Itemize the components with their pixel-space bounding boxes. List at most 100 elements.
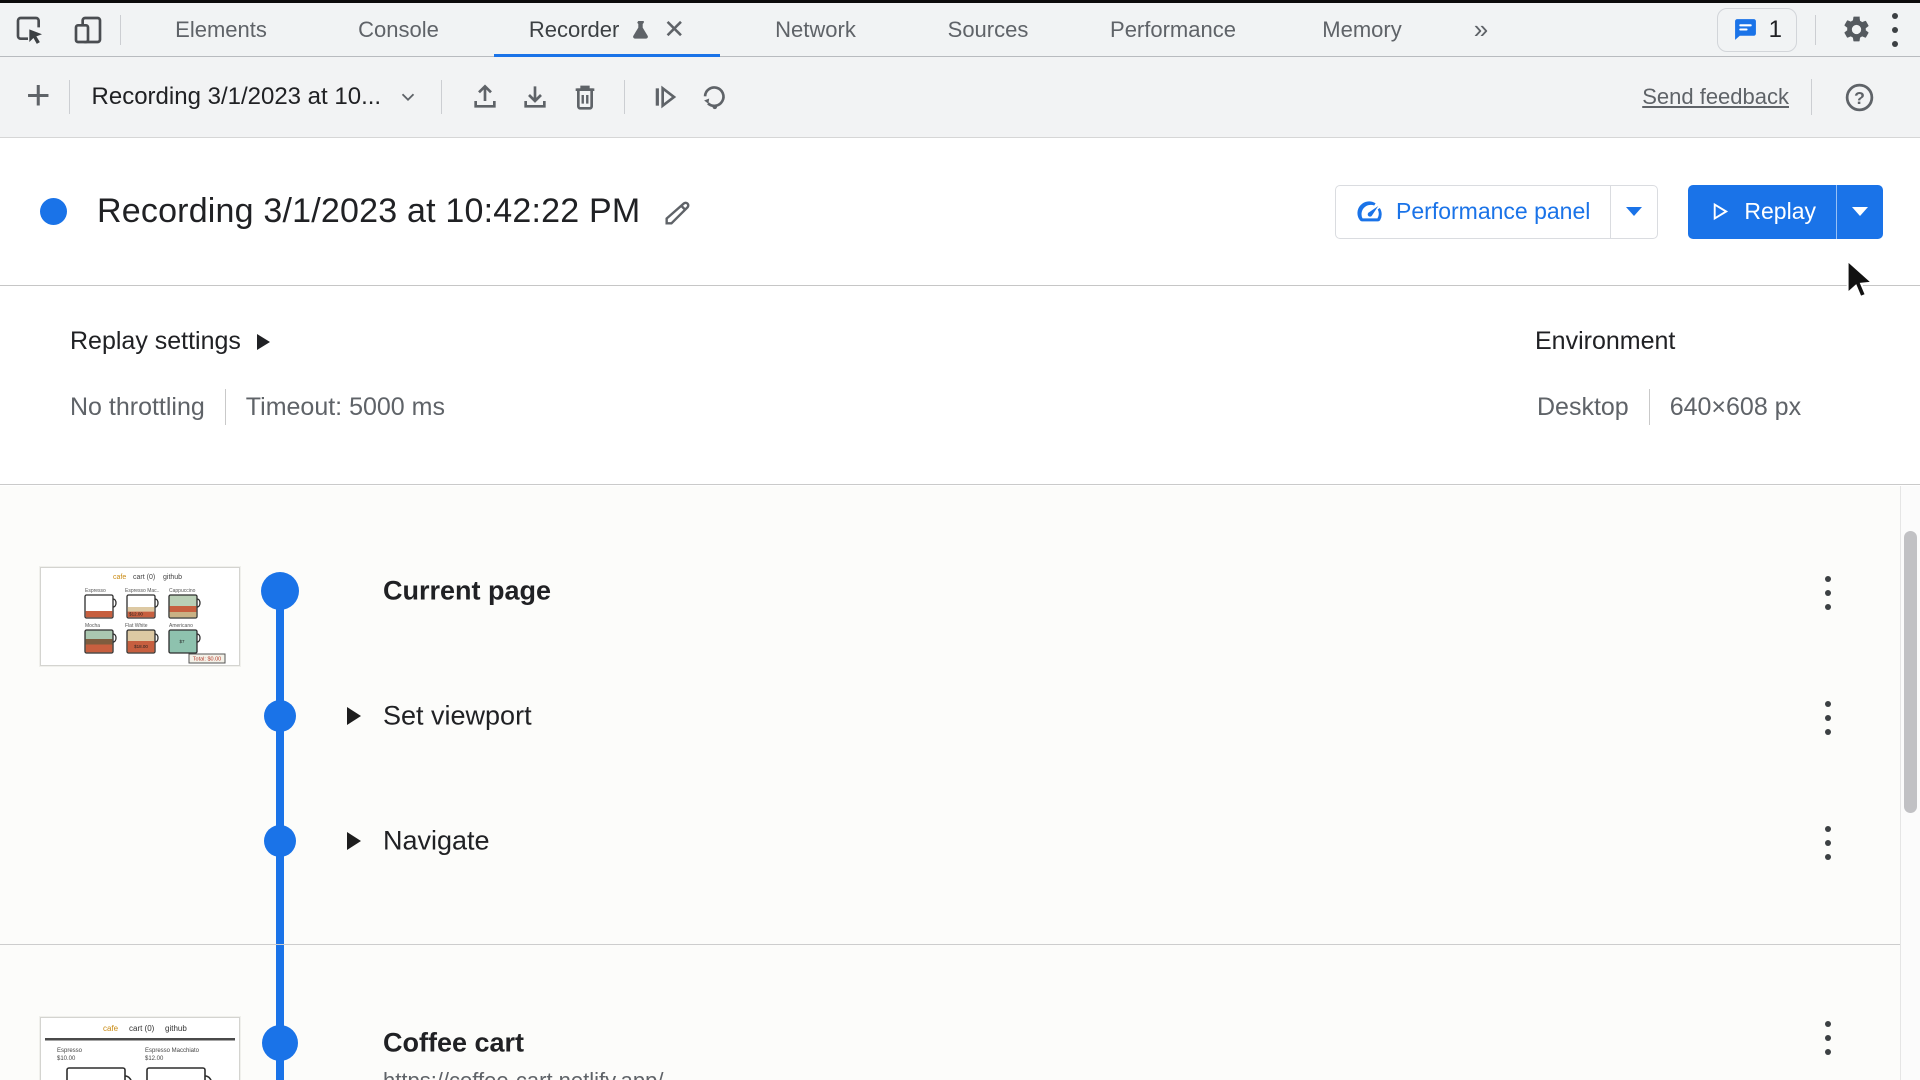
tab-memory[interactable]: Memory xyxy=(1273,3,1451,57)
replay-button-main[interactable]: Replay xyxy=(1688,185,1836,239)
send-feedback-link[interactable]: Send feedback xyxy=(1642,84,1789,110)
tab-label: Memory xyxy=(1322,16,1402,42)
svg-text:?: ? xyxy=(1854,87,1865,107)
tab-console[interactable]: Console xyxy=(311,3,486,57)
replay-from-step-icon[interactable] xyxy=(689,72,739,122)
summary-divider xyxy=(224,389,226,425)
svg-text:Espresso Mac..: Espresso Mac.. xyxy=(125,588,159,594)
tabbar-divider xyxy=(120,14,121,45)
step-menu-icon[interactable] xyxy=(1819,695,1837,741)
section-divider xyxy=(0,944,1900,945)
pencil-icon xyxy=(665,201,690,225)
export-recording-icon[interactable] xyxy=(510,72,560,122)
replay-settings-label: Replay settings xyxy=(70,327,241,355)
flask-icon xyxy=(633,20,649,39)
environment-label: Environment xyxy=(1535,327,1676,355)
tabbar-right-controls: 1 xyxy=(1716,7,1920,53)
tab-label: Elements xyxy=(175,16,267,42)
toolbar-divider xyxy=(1811,79,1812,115)
replay-settings-summary: No throttling Timeout: 5000 ms xyxy=(70,389,445,425)
svg-text:Mocha: Mocha xyxy=(85,623,100,629)
performance-panel-label: Performance panel xyxy=(1396,198,1591,224)
tab-network[interactable]: Network xyxy=(728,3,903,57)
tab-label: Performance xyxy=(1110,16,1236,42)
step-by-step-replay-icon[interactable] xyxy=(639,72,689,122)
tab-recorder[interactable]: Recorder ✕ xyxy=(486,3,728,57)
step-menu-icon[interactable] xyxy=(1819,820,1837,866)
step-current-page[interactable]: Current page xyxy=(383,576,551,607)
step-dot-current-page[interactable] xyxy=(261,572,299,610)
step-set-viewport[interactable]: Set viewport xyxy=(383,701,532,732)
performance-panel-button[interactable]: Performance panel xyxy=(1335,184,1659,239)
svg-text:cafe: cafe xyxy=(113,574,126,581)
step-menu-icon[interactable] xyxy=(1819,1015,1837,1061)
tab-elements[interactable]: Elements xyxy=(131,3,311,57)
toolbar-right: Send feedback ? xyxy=(1642,72,1894,122)
throttling-value: No throttling xyxy=(70,392,205,421)
issues-count: 1 xyxy=(1768,15,1782,43)
inspect-element-icon[interactable] xyxy=(8,8,52,52)
tab-label: Recorder xyxy=(528,16,620,42)
step-navigate[interactable]: Navigate xyxy=(383,826,490,857)
svg-text:cafe: cafe xyxy=(103,1024,119,1033)
delete-recording-icon[interactable] xyxy=(560,72,610,122)
step-dot-navigate[interactable] xyxy=(264,825,296,857)
performance-panel-main[interactable]: Performance panel xyxy=(1336,186,1610,238)
caret-down-icon xyxy=(1852,207,1868,216)
svg-text:$18.00: $18.00 xyxy=(134,644,148,649)
environment-device: Desktop xyxy=(1537,392,1629,421)
header-actions: Performance panel Replay xyxy=(1335,184,1883,239)
devtools-menu-icon[interactable] xyxy=(1886,7,1904,53)
recording-select[interactable]: Recording 3/1/2023 at 10... xyxy=(88,77,424,117)
scrollbar[interactable] xyxy=(1900,486,1920,1080)
page-title: Recording 3/1/2023 at 10:42:22 PM xyxy=(97,192,641,230)
svg-text:cart (0): cart (0) xyxy=(129,1024,155,1033)
step-dot-coffee-cart[interactable] xyxy=(262,1025,298,1061)
svg-text:Espresso: Espresso xyxy=(85,588,106,594)
help-icon[interactable]: ? xyxy=(1834,72,1884,122)
close-tab-icon[interactable]: ✕ xyxy=(663,16,685,42)
settings-gear-icon[interactable] xyxy=(1834,8,1878,52)
scrollbar-thumb[interactable] xyxy=(1904,531,1917,813)
devtools-tabbar: Elements Console Recorder ✕ Network Sour… xyxy=(0,3,1920,57)
expand-triangle-icon xyxy=(256,333,270,350)
svg-text:$12.00: $12.00 xyxy=(145,1056,164,1062)
tab-label: Network xyxy=(775,16,856,42)
recording-status-dot xyxy=(40,198,67,225)
tab-performance[interactable]: Performance xyxy=(1073,3,1273,57)
environment-summary: Desktop 640×608 px xyxy=(1537,389,1801,425)
recording-select-value: Recording 3/1/2023 at 10... xyxy=(91,83,382,110)
svg-text:$12.00: $12.00 xyxy=(129,612,143,617)
recorder-toolbar: + Recording 3/1/2023 at 10... Send feedb… xyxy=(0,57,1920,138)
chevron-down-icon xyxy=(401,93,415,102)
replay-settings-toggle[interactable]: Replay settings xyxy=(70,327,270,356)
toolbar-divider xyxy=(441,80,443,114)
edit-title-button[interactable] xyxy=(662,196,694,228)
replay-settings-section: Replay settings No throttling Timeout: 5… xyxy=(0,287,1920,485)
svg-text:github: github xyxy=(163,574,182,581)
performance-panel-dropdown[interactable] xyxy=(1611,186,1657,238)
device-toolbar-icon[interactable] xyxy=(66,8,110,52)
svg-text:Espresso Macchiato: Espresso Macchiato xyxy=(145,1048,200,1054)
expand-step-icon[interactable] xyxy=(347,832,361,850)
issues-button[interactable]: 1 xyxy=(1716,7,1797,52)
replay-dropdown[interactable] xyxy=(1837,185,1883,239)
step-dot-set-viewport[interactable] xyxy=(264,700,296,732)
tab-sources[interactable]: Sources xyxy=(903,3,1073,57)
window-top-edge xyxy=(0,0,1920,3)
svg-text:cart (0): cart (0) xyxy=(133,574,155,581)
replay-button[interactable]: Replay xyxy=(1688,184,1883,239)
more-tabs-icon[interactable]: » xyxy=(1451,14,1511,45)
coffee-cart-thumbnail: cafe cart (0) github Espresso Espresso M… xyxy=(40,567,240,666)
step-menu-icon[interactable] xyxy=(1819,570,1837,616)
play-icon xyxy=(1714,202,1729,221)
add-recording-icon[interactable]: + xyxy=(26,74,51,116)
svg-text:Total: $0.00: Total: $0.00 xyxy=(193,657,221,663)
svg-text:github: github xyxy=(165,1024,187,1033)
svg-text:$7: $7 xyxy=(179,639,185,644)
devtools-recorder-panel: Elements Console Recorder ✕ Network Sour… xyxy=(0,0,1920,1080)
caret-down-icon xyxy=(1626,207,1643,216)
expand-step-icon[interactable] xyxy=(347,707,361,725)
timeout-value: Timeout: 5000 ms xyxy=(245,392,445,421)
import-recording-icon[interactable] xyxy=(460,72,510,122)
